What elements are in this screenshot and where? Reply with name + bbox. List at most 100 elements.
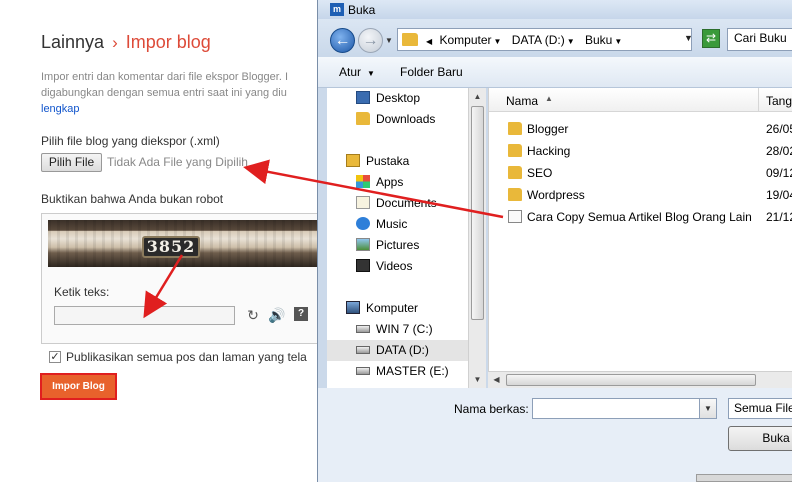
dialog-title-bar[interactable]: m Buka: [318, 0, 792, 19]
nav-item-videos[interactable]: Videos: [327, 256, 468, 277]
nav-item-downloads[interactable]: Downloads: [327, 109, 468, 130]
captcha-help-icon[interactable]: ?: [294, 307, 308, 321]
search-input[interactable]: Cari Buku: [727, 28, 792, 51]
apps-icon: [356, 175, 370, 188]
sort-ascending-icon: ▲: [545, 94, 553, 103]
column-header-row: Nama ▲ Tang: [489, 88, 792, 112]
nav-item-pictures[interactable]: Pictures: [327, 235, 468, 256]
open-file-dialog: m Buka ← → ▼ ◀ Komputer ▼ DATA (D:) ▼ Buku…: [317, 0, 792, 482]
address-bar[interactable]: ◀ Komputer ▼ DATA (D:) ▼ Buku ▼ ▼: [397, 28, 693, 51]
music-icon: [356, 217, 370, 230]
forward-button[interactable]: →: [358, 28, 383, 53]
chevron-down-icon[interactable]: ▼: [567, 37, 575, 46]
import-blog-button[interactable]: Impor Blog: [40, 373, 117, 400]
crumb-computer[interactable]: Komputer: [440, 33, 492, 47]
column-header-date[interactable]: Tang: [766, 94, 792, 108]
address-breadcrumbs: ◀ Komputer ▼ DATA (D:) ▼ Buku ▼: [426, 33, 629, 47]
computer-icon: [346, 301, 360, 314]
nav-item-computer[interactable]: Komputer: [327, 298, 468, 319]
choose-file-button[interactable]: Pilih File: [41, 153, 102, 172]
page-title: Impor blog: [125, 32, 211, 52]
address-dropdown-icon[interactable]: ▼: [684, 33, 693, 43]
new-folder-button[interactable]: Folder Baru: [400, 65, 463, 79]
library-icon: [346, 154, 360, 167]
file-name: Wordpress: [527, 188, 585, 202]
navigation-pane: Desktop Downloads Pustaka Apps Documents…: [327, 88, 468, 388]
nav-item-apps[interactable]: Apps: [327, 172, 468, 193]
chevron-down-icon[interactable]: ▼: [614, 37, 622, 46]
file-date: 19/04: [766, 188, 792, 202]
nav-item-drive-d[interactable]: DATA (D:): [327, 340, 468, 361]
open-button[interactable]: Buka: [728, 426, 792, 451]
crumb-folder[interactable]: Buku: [585, 33, 612, 47]
folder-icon: [402, 33, 418, 46]
taskbar-tooltip: [696, 474, 792, 482]
file-date: 21/12: [766, 210, 792, 224]
file-row[interactable]: Wordpress 19/04: [489, 184, 792, 206]
recent-pages-dropdown[interactable]: ▼: [385, 36, 393, 45]
captcha-type-label: Ketik teks:: [54, 285, 110, 299]
refresh-icon[interactable]: ⇄: [702, 29, 720, 48]
no-file-chosen-text: Tidak Ada File yang Dipilih: [107, 155, 248, 169]
file-type-select[interactable]: Semua File: [728, 398, 792, 419]
file-row[interactable]: Cara Copy Semua Artikel Blog Orang Lain 2…: [489, 206, 792, 228]
back-button[interactable]: ←: [330, 28, 355, 53]
desktop-icon: [356, 91, 370, 104]
nav-item-libraries[interactable]: Pustaka: [327, 151, 468, 172]
app-icon: m: [330, 3, 344, 16]
chevron-down-icon[interactable]: ▼: [494, 37, 502, 46]
nav-label: DATA (D:): [376, 343, 429, 357]
nav-item-drive-c[interactable]: WIN 7 (C:): [327, 319, 468, 340]
file-row[interactable]: Hacking 28/02: [489, 140, 792, 162]
file-row[interactable]: Blogger 26/05: [489, 118, 792, 140]
filename-label: Nama berkas:: [454, 402, 529, 416]
drive-icon: [356, 346, 370, 354]
file-date: 28/02: [766, 144, 792, 158]
column-header-name[interactable]: Nama: [506, 94, 538, 108]
nav-item-music[interactable]: Music: [327, 214, 468, 235]
captcha-input[interactable]: [54, 306, 235, 325]
drive-icon: [356, 325, 370, 333]
filename-input[interactable]: [532, 398, 717, 419]
folder-icon: [508, 144, 522, 157]
description-line-2: digabungkan dengan semua entri saat ini …: [41, 87, 287, 99]
publish-checkbox-label: Publikasikan semua pos dan laman yang te…: [66, 350, 307, 364]
scroll-left-arrow[interactable]: ◀: [488, 372, 505, 388]
import-description: Impor entri dan komentar dari file ekspo…: [41, 69, 326, 117]
file-list-pane: Nama ▲ Tang Blogger 26/05 Hacking 28/02 SE…: [488, 88, 792, 388]
scroll-down-arrow[interactable]: ▼: [469, 371, 486, 388]
file-list-horizontal-scrollbar[interactable]: ◀: [488, 371, 792, 388]
captcha-refresh-icon[interactable]: ↻: [246, 306, 260, 324]
scroll-up-arrow[interactable]: ▲: [469, 88, 486, 105]
scroll-thumb[interactable]: [506, 374, 756, 386]
file-date: 09/12: [766, 166, 792, 180]
organize-menu-button[interactable]: Atur ▼: [339, 65, 375, 79]
file-name: Cara Copy Semua Artikel Blog Orang Lain: [527, 210, 752, 224]
scroll-thumb[interactable]: [471, 106, 484, 320]
breadcrumb: Lainnya › Impor blog: [41, 32, 211, 53]
nav-label: Documents: [376, 196, 437, 210]
column-divider[interactable]: [758, 88, 759, 112]
file-row[interactable]: SEO 09/12: [489, 162, 792, 184]
nav-label: Komputer: [366, 301, 419, 315]
captcha-container: 3852 Ketik teks: ↻ 🔊 ?: [41, 213, 332, 344]
chevron-down-icon: ▼: [367, 69, 375, 78]
nav-item-documents[interactable]: Documents: [327, 193, 468, 214]
xml-file-icon: [508, 210, 522, 223]
blogger-import-panel: Lainnya › Impor blog Impor entri dan komen…: [0, 0, 332, 482]
folder-icon: [356, 112, 370, 125]
breadcrumb-separator: ›: [112, 33, 118, 52]
breadcrumb-parent-link[interactable]: Lainnya: [41, 32, 104, 52]
nav-pane-scrollbar[interactable]: ▲ ▼: [468, 88, 486, 388]
captcha-word: 3852: [142, 236, 200, 258]
file-select-label: Pilih file blog yang diekspor (.xml): [41, 134, 220, 148]
file-name: Hacking: [527, 144, 571, 158]
captcha-audio-icon[interactable]: 🔊: [268, 306, 285, 324]
publish-checkbox[interactable]: ✓: [49, 351, 61, 363]
nav-item-desktop[interactable]: Desktop: [327, 88, 468, 109]
address-bar-area: ← → ▼ ◀ Komputer ▼ DATA (D:) ▼ Buku ▼ ▼ ⇄ C…: [318, 19, 792, 57]
crumb-drive[interactable]: DATA (D:): [512, 33, 565, 47]
nav-item-drive-e[interactable]: MASTER (E:): [327, 361, 468, 382]
learn-more-link[interactable]: lengkap: [41, 101, 326, 117]
filename-history-dropdown[interactable]: ▼: [699, 398, 717, 419]
